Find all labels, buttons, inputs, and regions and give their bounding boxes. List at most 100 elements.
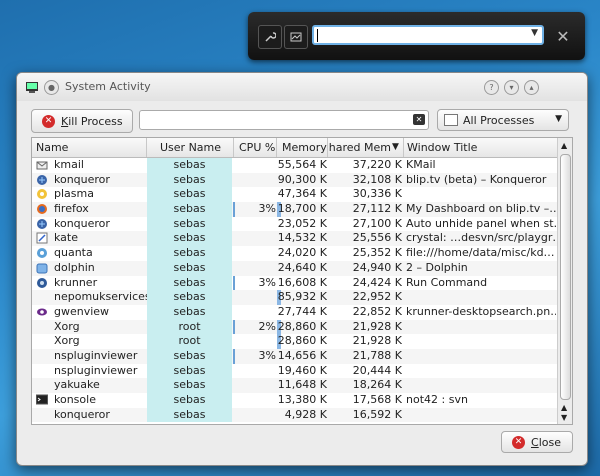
column-header-cpu[interactable]: CPU % [239,141,275,154]
help-icon[interactable]: ? [484,80,499,95]
column-header-window-title[interactable]: Window Title [407,141,477,154]
cell-window-title [406,187,556,202]
chevron-down-icon[interactable]: ▼ [531,28,538,38]
scroll-down-icon[interactable]: ▼ [561,413,567,422]
krunner-input[interactable]: ▼ [312,25,544,45]
maximize-icon[interactable]: ▴ [524,80,539,95]
cell-user: sebas [147,393,232,408]
cell-cpu [234,364,276,379]
chevron-down-icon: ▼ [555,114,562,124]
cell-cpu [234,246,276,261]
quanta-app-icon [36,247,48,259]
cell-shared-memory: 21,928 K [352,334,402,348]
cell-window-title [406,408,556,423]
kill-icon: ✕ [42,114,55,128]
vertical-scrollbar[interactable]: ▲ ▲ ▼ [557,138,572,424]
close-icon: ✕ [512,435,525,449]
sort-descending-icon: ▼ [392,142,399,152]
cell-memory: 24,020 K [277,246,327,260]
cell-window-title [406,349,556,364]
kill-label: Kill Process [61,114,123,128]
table-row[interactable]: nspluginviewer sebas 3% 14,656 K 21,788 K [32,348,559,364]
cell-shared-memory: 20,444 K [352,363,402,377]
cell-cpu [234,173,276,188]
plasma-app-icon [36,188,48,200]
gwenview-app-icon [36,306,48,318]
cell-shared-memory: 22,852 K [352,304,402,318]
cell-cpu [234,217,276,232]
table-row[interactable]: quanta sebas 24,020 K 25,352 Kfile:///home/… [32,246,559,261]
cell-window-title [406,378,556,393]
cell-memory: 85,932 K [277,290,327,304]
cell-shared-memory: 37,220 K [352,158,402,171]
cell-window-title: krunner-desktopsearch.pn… [406,304,556,318]
system-activity-window: ● System Activity ? ▾ ▴ ✕ Kill Process ✕… [16,72,588,466]
cell-shared-memory: 25,352 K [352,246,402,260]
titlebar[interactable]: ● System Activity ? ▾ ▴ [17,73,587,101]
cell-user: sebas [147,290,232,305]
table-row[interactable]: Xorg root 2% 28,860 K 21,928 K [32,319,559,335]
monitor-icon[interactable] [284,25,308,49]
cell-cpu [234,305,276,320]
column-header-user[interactable]: User Name [160,141,221,154]
cell-window-title [406,334,556,349]
cell-memory: 18,700 K [277,202,327,216]
cell-user: root [147,319,232,335]
firefox-app-icon [36,203,48,215]
table-row[interactable]: konqueror sebas 4,928 K 16,592 K [32,407,559,423]
table-row[interactable]: konsole sebas 13,380 K 17,568 Knot42 : svn [32,393,559,408]
wrench-icon[interactable] [258,25,282,49]
cell-user: sebas [147,275,232,291]
filter-label: All Processes [463,113,535,127]
table-row[interactable]: kmail sebas 55,564 K 37,220 K KMail [32,158,559,173]
table-row[interactable]: plasma sebas 47,364 K 30,336 K [32,187,559,203]
cell-cpu [234,378,276,393]
cell-cpu: 2% [258,319,276,333]
table-row[interactable]: krunner sebas 3% 16,608 K 24,424 K Run Comman… [32,275,559,291]
minimize-icon[interactable]: ▾ [504,80,519,95]
cell-cpu [234,187,276,202]
cell-user: sebas [147,304,232,320]
scroll-up-icon[interactable]: ▲ [561,141,567,150]
cell-memory: 11,648 K [277,378,327,392]
cell-window-title [406,364,556,379]
table-row[interactable]: konqueror sebas 23,052 K 27,100 K Auto unhid… [32,216,559,232]
cell-shared-memory: 27,100 K [352,216,402,230]
clear-icon[interactable]: ✕ [413,114,425,125]
cell-cpu: 3% [258,275,276,289]
cell-window-title: My Dashboard on blip.tv –… [406,202,556,216]
scroll-up-icon[interactable]: ▲ [561,403,567,412]
cell-user: sebas [147,348,232,364]
column-header-shared[interactable]: Shared Mem [329,141,391,154]
table-row[interactable]: dolphin sebas 24,640 K 24,940 K2 – Dolphin [32,260,559,276]
cell-window-title: KMail [406,158,436,171]
text-caret [317,29,318,42]
kill-process-button[interactable]: ✕ Kill Process [31,109,133,133]
table-row[interactable]: firefox sebas 3% 18,700 K 27,112 K My Dashboa… [32,202,559,217]
cell-cpu [234,158,276,173]
search-input[interactable]: ✕ [139,110,429,130]
table-row[interactable]: konqueror sebas 90,300 K 32,108 Kblip.tv (b… [32,172,559,188]
table-row[interactable]: nspluginviewer sebas 19,460 K 20,444 K [32,363,559,379]
process-filter-select[interactable]: All Processes ▼ [437,109,569,131]
cell-shared-memory: 24,940 K [352,260,402,274]
table-row[interactable]: nepomukservices sebas 85,932 K 22,952 K [32,290,559,305]
close-icon[interactable]: ✕ [552,25,574,47]
cell-memory: 28,860 K [277,334,327,348]
table-row[interactable]: kate sebas 14,532 K 25,556 Kcrystal: …desvn… [32,231,559,247]
cell-shared-memory: 30,336 K [352,187,402,201]
cell-user: sebas [147,260,232,276]
close-button[interactable]: ✕ Close [501,431,573,453]
column-header-memory[interactable]: Memory [282,141,327,154]
table-row[interactable]: yakuake sebas 11,648 K 18,264 K [32,378,559,393]
cell-memory: 19,460 K [277,363,327,377]
table-row[interactable]: gwenview sebas 27,744 K 22,852 Kkrunner-des… [32,304,559,320]
cell-window-title [406,290,556,305]
table-row[interactable]: Xorg root 28,860 K 21,928 K [32,334,559,349]
window-menu-icon[interactable]: ● [44,80,59,95]
scrollbar-thumb[interactable] [560,154,571,400]
krunner-bar: ▼ ✕ [248,12,585,60]
cell-user: sebas [147,202,232,217]
column-header-name[interactable]: Name [36,141,68,154]
cell-memory: 24,640 K [277,260,327,274]
